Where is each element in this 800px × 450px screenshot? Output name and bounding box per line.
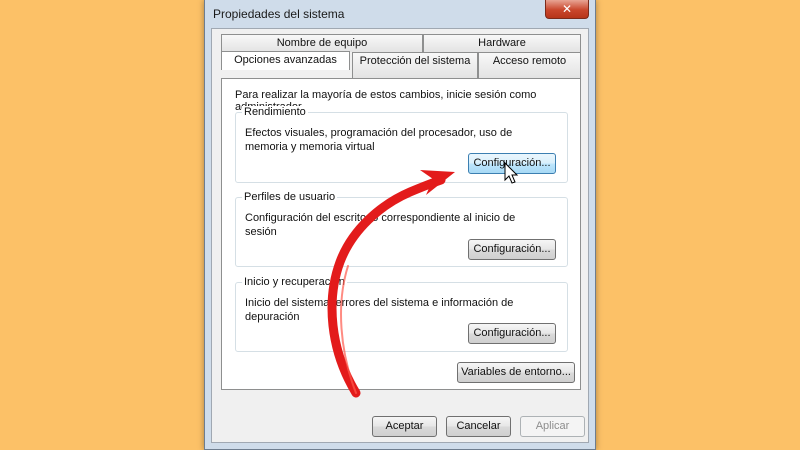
system-properties-window: Propiedades del sistema ✕ Nombre de equi… [204, 0, 596, 450]
performance-group: Rendimiento Efectos visuales, programaci… [235, 106, 568, 183]
apply-button: Aplicar [520, 416, 585, 437]
tab-hardware[interactable]: Hardware [423, 34, 581, 52]
tab-system-protection[interactable]: Protección del sistema [352, 52, 478, 78]
performance-description: Efectos visuales, programación del proce… [245, 127, 513, 153]
window-title: Propiedades del sistema [213, 7, 345, 21]
performance-group-title: Rendimiento [242, 106, 308, 118]
user-profiles-description: Configuración del escritorio correspondi… [245, 212, 516, 238]
dialog-client-area: Nombre de equipo Hardware Opciones avanz… [211, 28, 589, 443]
startup-recovery-group: Inicio y recuperación Inicio del sistema… [235, 276, 568, 352]
tab-remote-access[interactable]: Acceso remoto [478, 52, 581, 78]
close-icon: ✕ [561, 2, 573, 16]
cancel-button[interactable]: Cancelar [446, 416, 511, 437]
advanced-options-panel: Para realizar la mayoría de estos cambio… [221, 78, 581, 390]
close-button[interactable]: ✕ [545, 0, 589, 19]
user-profiles-group-title: Perfiles de usuario [242, 191, 338, 203]
startup-recovery-description: Inicio del sistema, errores del sistema … [245, 297, 514, 323]
tab-computer-name[interactable]: Nombre de equipo [221, 34, 423, 52]
environment-variables-button[interactable]: Variables de entorno... [457, 362, 575, 383]
startup-recovery-group-title: Inicio y recuperación [242, 276, 347, 288]
startup-recovery-settings-button[interactable]: Configuración... [468, 323, 556, 344]
tab-advanced-options[interactable]: Opciones avanzadas [221, 51, 350, 70]
user-profiles-settings-button[interactable]: Configuración... [468, 239, 556, 260]
performance-settings-button[interactable]: Configuración... [468, 153, 556, 174]
ok-button[interactable]: Aceptar [372, 416, 437, 437]
user-profiles-group: Perfiles de usuario Configuración del es… [235, 191, 568, 267]
